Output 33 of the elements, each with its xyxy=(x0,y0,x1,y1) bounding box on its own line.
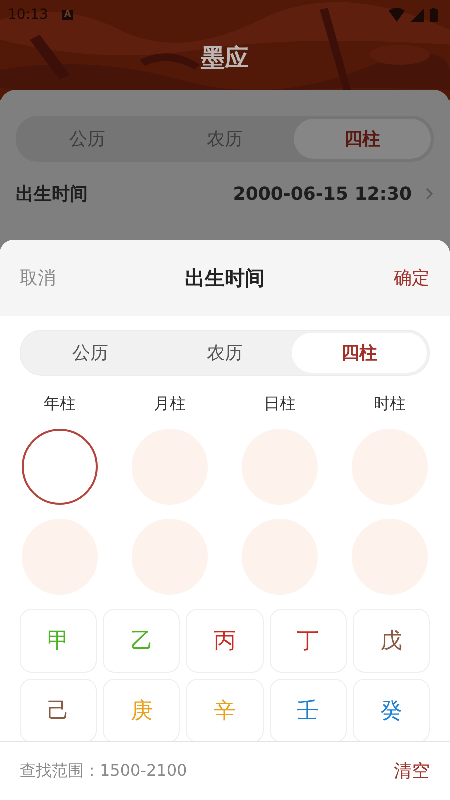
stem-key[interactable]: 庚 xyxy=(103,679,180,741)
signal-icon xyxy=(411,8,424,22)
stem-key[interactable]: 丁 xyxy=(270,609,347,673)
status-time: 10:13 xyxy=(8,7,48,23)
calendar-tab[interactable]: 公历 xyxy=(19,119,156,159)
stem-key[interactable]: 乙 xyxy=(103,609,180,673)
battery-icon xyxy=(430,8,438,22)
pillar-label: 年柱 xyxy=(43,394,77,415)
chevron-icon xyxy=(426,188,434,200)
wifi-icon xyxy=(389,8,405,22)
app-title: 墨应 xyxy=(200,43,250,74)
calendar-tab[interactable]: 农历 xyxy=(158,333,292,373)
stem-key[interactable]: 戊 xyxy=(352,609,430,673)
calendar-tab[interactable]: 四柱 xyxy=(294,119,431,159)
birth-time-label: 出生时间 xyxy=(16,183,89,206)
stem-key[interactable]: 癸 xyxy=(352,679,430,741)
clear-button[interactable]: 清空 xyxy=(394,759,430,783)
pillar-label: 时柱 xyxy=(373,394,407,415)
birth-time-value[interactable]: 2000-06-15 12:30 xyxy=(233,184,412,204)
pillar-label: 日柱 xyxy=(263,394,297,415)
confirm-button[interactable]: 确定 xyxy=(394,266,430,290)
stem-key[interactable]: 丙 xyxy=(186,609,264,673)
search-range: 查找范围：1500-2100 xyxy=(20,760,188,782)
notification-icon: A xyxy=(62,10,74,20)
stem-key[interactable]: 己 xyxy=(20,679,98,741)
pillar-label: 月柱 xyxy=(153,394,187,415)
cancel-button[interactable]: 取消 xyxy=(20,266,56,290)
calendar-tab[interactable]: 四柱 xyxy=(292,333,428,373)
stem-key[interactable]: 甲 xyxy=(20,609,98,673)
calendar-tab[interactable]: 公历 xyxy=(23,333,158,373)
stem-key[interactable]: 辛 xyxy=(186,679,264,741)
stem-key[interactable]: 壬 xyxy=(270,679,347,741)
picker-title: 出生时间 xyxy=(185,264,265,292)
